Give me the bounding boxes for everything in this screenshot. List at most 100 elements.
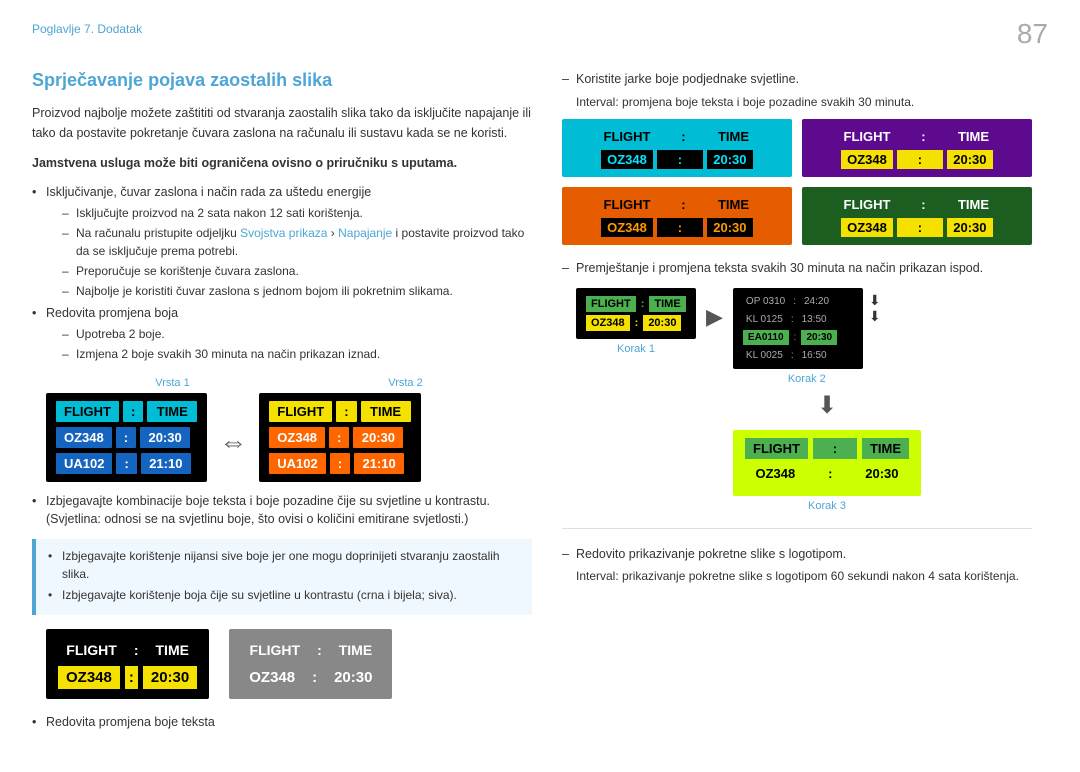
sub-item-5: Upotreba 2 boje.	[62, 325, 532, 343]
orange-board: FLIGHT : TIME OZ348 : 20:30	[562, 187, 792, 245]
black-2030: 20:30	[143, 666, 197, 689]
double-arrow: ⇔	[219, 426, 247, 458]
ob-colon: :	[660, 195, 706, 214]
k2-kl0125: KL 0125	[743, 312, 786, 327]
k1-flight: FLIGHT	[586, 296, 636, 312]
korak3-label: Korak 3	[622, 500, 1032, 512]
gray-colon: :	[313, 639, 326, 661]
right-column: Koristite jarke boje podjednake svjetlin…	[562, 70, 1032, 742]
colored-boards-grid: FLIGHT : TIME OZ348 : 20:30 FLIGHT : TIM…	[562, 119, 1032, 245]
k1-oz348: OZ348	[586, 315, 630, 331]
gb-flight: FLIGHT	[838, 195, 897, 214]
cell-2030-1: 20:30	[140, 427, 190, 448]
cell-colon-3: :	[116, 453, 136, 474]
cell-2030-2: 20:30	[353, 427, 403, 448]
down-arrow-2: ⬇	[869, 308, 881, 325]
right-dash-1-sub: Interval: promjena boje teksta i boje po…	[562, 95, 1032, 109]
k3-colon: :	[813, 438, 857, 459]
k1-colon: :	[639, 296, 647, 312]
cb-2030: 20:30	[707, 150, 753, 169]
cell-oz348-2: OZ348	[269, 427, 325, 448]
pb-colon2: :	[897, 150, 943, 169]
k2-colon1: :	[791, 294, 798, 309]
highlight-box: Izbjegavajte korištenje nijansi sive boj…	[32, 539, 532, 615]
sub-list-2: Upotreba 2 boje. Izmjena 2 boje svakih 3…	[46, 325, 532, 363]
chapter-label: Poglavlje 7. Dodatak	[32, 22, 142, 36]
section-title: Sprječavanje pojava zaostalih slika	[32, 70, 532, 91]
k3-2030: 20:30	[857, 463, 906, 484]
k3-colon2: :	[808, 463, 852, 484]
ob-flight: FLIGHT	[598, 195, 657, 214]
k2-op0310: OP 0310	[743, 294, 788, 309]
right-dash-3: Redovito prikazivanje pokretne slike s l…	[562, 545, 1032, 564]
right-dash-3-sub: Interval: prikazivanje pokretne slike s …	[562, 569, 1032, 583]
k1-time: TIME	[649, 296, 685, 312]
link-napajanje[interactable]: Napajanje	[338, 226, 392, 240]
list2-title: Redovita promjena boja	[46, 306, 178, 320]
page-number: 87	[1017, 18, 1048, 50]
black-flight: FLIGHT	[58, 639, 125, 661]
intro-paragraph-1: Proizvod najbolje možete zaštititi od st…	[32, 103, 532, 143]
main-list: Isključivanje, čuvar zaslona i način rad…	[32, 183, 532, 363]
sub-list-1: Isključujte proizvod na 2 sata nakon 12 …	[46, 204, 532, 300]
sub-item-4: Najbolje je koristiti čuvar zaslona s je…	[62, 282, 532, 300]
k2-1650: 16:50	[799, 348, 830, 363]
gb-2030: 20:30	[947, 218, 993, 237]
list-item-redovita: Redovita promjena boje teksta	[32, 713, 532, 732]
cell-colon-6: :	[330, 453, 350, 474]
cell-time-2: TIME	[361, 401, 411, 422]
pb-2030: 20:30	[947, 150, 993, 169]
gray-2030: 20:30	[326, 666, 380, 689]
flight-board-2: FLIGHT : TIME OZ348 : 20:30 UA102 : 21:1…	[259, 393, 420, 482]
down-arrow-main: ⬇	[817, 392, 837, 419]
pb-time: TIME	[950, 127, 996, 146]
black-boards-row: FLIGHT : TIME OZ348 : 20:30 FLIGHT : TIM…	[46, 629, 532, 699]
k1-2030: 20:30	[643, 315, 681, 331]
arrow-right-1: ▶	[706, 304, 723, 330]
list-item-avoid: Izbjegavajte kombinacije boje teksta i b…	[32, 492, 532, 530]
cell-colon-5: :	[329, 427, 349, 448]
cb-oz348: OZ348	[601, 150, 653, 169]
pb-flight: FLIGHT	[838, 127, 897, 146]
gb-time: TIME	[950, 195, 996, 214]
k2-colon2: :	[789, 312, 796, 327]
list-item-1: Isključivanje, čuvar zaslona i način rad…	[32, 183, 532, 300]
highlight-item-1: Izbjegavajte korištenje nijansi sive boj…	[48, 547, 520, 583]
cell-flight-1: FLIGHT	[56, 401, 119, 422]
main-list-2: Izbjegavajte kombinacije boje teksta i b…	[32, 492, 532, 530]
cell-oz348-1: OZ348	[56, 427, 112, 448]
k3-oz348: OZ348	[748, 463, 804, 484]
black-colon2: :	[125, 666, 138, 689]
korak2-label: Korak 2	[733, 373, 881, 385]
vrsta2-label: Vrsta 2	[289, 377, 522, 389]
cell-colon-2: :	[116, 427, 136, 448]
highlight-item-2: Izbjegavajte korištenje boja čije su svj…	[48, 586, 520, 604]
sub-item-6: Izmjena 2 boje svakih 30 minuta na način…	[62, 345, 532, 363]
sub-item-3: Preporučuje se korištenje čuvara zaslona…	[62, 262, 532, 280]
ob-oz348: OZ348	[601, 218, 653, 237]
cell-colon-4: :	[336, 401, 356, 422]
cb-colon2: :	[657, 150, 703, 169]
k2-colon3: :	[792, 330, 799, 345]
ob-colon2: :	[657, 218, 703, 237]
right-dash-1: Koristite jarke boje podjednake svjetlin…	[562, 70, 1032, 89]
main-list-3: Redovita promjena boje teksta	[32, 713, 532, 732]
k2-kl0025: KL 0025	[743, 348, 786, 363]
cell-2110-1: 21:10	[141, 453, 191, 474]
vrsta-labels: Vrsta 1 Vrsta 2	[46, 377, 532, 389]
k3-time: TIME	[862, 438, 909, 459]
korak2-section: OP 0310 : 24:20 KL 0125 : 13:50 EA0110 :	[733, 288, 881, 385]
cb-flight: FLIGHT	[598, 127, 657, 146]
sub-item-1: Isključujte proizvod na 2 sata nakon 12 …	[62, 204, 532, 222]
gray-board: FLIGHT : TIME OZ348 : 20:30	[229, 629, 392, 699]
k2-ea0110: EA0110	[743, 330, 789, 345]
link-svojstva[interactable]: Svojstva prikaza	[240, 226, 327, 240]
sub-item-2: Na računalu pristupite odjeljku Svojstva…	[62, 224, 532, 260]
korak3-board: FLIGHT : TIME OZ348 : 20:30	[733, 430, 921, 496]
korak1-board: FLIGHT : TIME OZ348 : 20:30	[576, 288, 696, 339]
k2-colon4: :	[789, 348, 796, 363]
down-arrow-1: ⬇	[869, 292, 881, 309]
gb-colon: :	[900, 195, 946, 214]
ob-2030: 20:30	[707, 218, 753, 237]
cell-time-1: TIME	[147, 401, 197, 422]
